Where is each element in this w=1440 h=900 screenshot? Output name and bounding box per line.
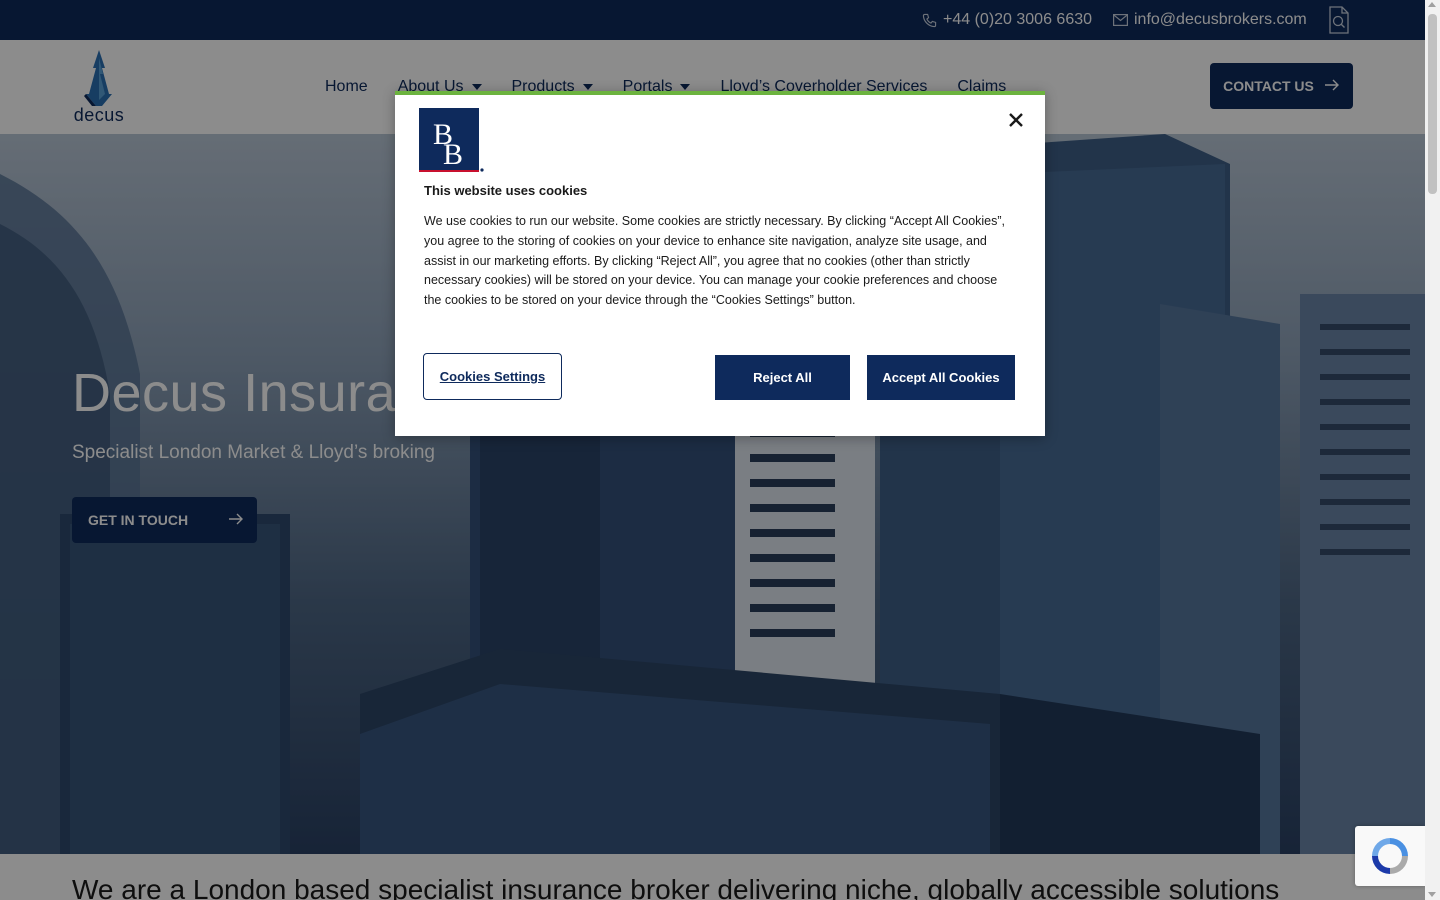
recaptcha-badge[interactable] (1355, 826, 1425, 886)
page-scrollbar[interactable] (1425, 0, 1440, 900)
recaptcha-icon (1372, 838, 1408, 874)
cookie-consent-dialog: B B This website uses cookies We use coo… (395, 91, 1045, 436)
reject-all-button[interactable]: Reject All (715, 355, 850, 400)
scroll-down-arrow-icon[interactable] (1428, 892, 1436, 897)
cookie-dialog-body: We use cookies to run our website. Some … (424, 214, 1006, 308)
scroll-up-arrow-icon[interactable] (1428, 2, 1436, 7)
cookies-settings-button[interactable]: Cookies Settings (423, 353, 562, 400)
bb-logo-letter-bottom: B (443, 138, 463, 171)
accept-all-cookies-button[interactable]: Accept All Cookies (867, 355, 1015, 400)
close-icon[interactable] (1006, 110, 1026, 130)
bb-logo: B B (419, 108, 484, 173)
scrollbar-thumb[interactable] (1428, 14, 1437, 194)
cookie-dialog-title: This website uses cookies (424, 183, 588, 198)
